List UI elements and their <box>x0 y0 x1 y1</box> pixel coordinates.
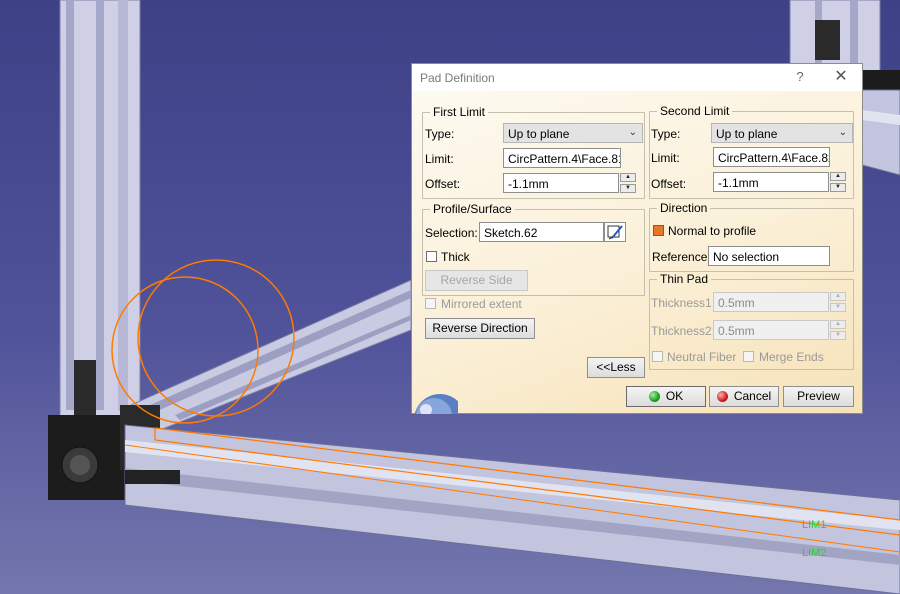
spin-up-icon[interactable]: ▲ <box>830 172 846 181</box>
catia-globe-icon <box>412 386 458 414</box>
pad-definition-dialog: Pad Definition ? ✕ First Limit Type: Up … <box>411 63 863 414</box>
chevron-down-icon: ⌄ <box>628 127 637 138</box>
dialog-title: Pad Definition <box>420 71 495 85</box>
spin-up-icon[interactable]: ▲ <box>830 320 846 329</box>
second-offset-spinner[interactable]: ▲ ▼ <box>830 172 846 192</box>
thick-checkbox[interactable] <box>426 251 437 262</box>
mirrored-extent-checkbox[interactable] <box>425 298 436 309</box>
first-limit-legend: First Limit <box>433 105 485 119</box>
thickness2-spinner[interactable]: ▲ ▼ <box>830 320 846 340</box>
second-limit-legend: Second Limit <box>660 104 730 118</box>
limit-label-2: LIM2 <box>802 547 826 559</box>
merge-ends-checkbox[interactable] <box>743 351 754 362</box>
second-limit-field[interactable]: CircPattern.4\Face.82 <box>713 147 830 167</box>
preview-button[interactable]: Preview <box>783 386 854 407</box>
spin-down-icon[interactable]: ▼ <box>830 331 846 340</box>
thickness1-field[interactable]: 0.5mm <box>713 292 829 312</box>
limit-label-1: LIM1 <box>802 519 826 531</box>
selection-label: Selection: <box>425 226 478 240</box>
first-type-select[interactable]: Up to plane ⌄ <box>503 123 643 143</box>
thickness1-label: Thickness1 <box>651 296 712 310</box>
reference-field[interactable]: No selection <box>708 246 830 266</box>
merge-ends-label: Merge Ends <box>759 350 824 364</box>
spin-down-icon[interactable]: ▼ <box>620 184 636 193</box>
dialog-titlebar[interactable]: Pad Definition ? ✕ <box>412 64 862 91</box>
ok-label: OK <box>665 389 684 403</box>
profile-surface-legend: Profile/Surface <box>433 202 512 216</box>
second-limit-label: Limit: <box>651 151 680 165</box>
close-button[interactable]: ✕ <box>832 68 850 86</box>
mirrored-extent-label: Mirrored extent <box>441 297 522 311</box>
less-button[interactable]: <<Less <box>587 357 645 378</box>
neutral-fiber-label: Neutral Fiber <box>667 350 737 364</box>
first-type-label: Type: <box>425 127 455 141</box>
cancel-label: Cancel <box>733 389 772 403</box>
spin-up-icon[interactable]: ▲ <box>830 292 846 301</box>
sketcher-icon[interactable] <box>604 222 626 242</box>
thick-label: Thick <box>441 250 470 264</box>
cancel-icon <box>716 391 728 402</box>
chevron-down-icon: ⌄ <box>838 127 847 138</box>
first-offset-label: Offset: <box>425 177 461 191</box>
normal-to-profile-checkbox[interactable] <box>653 225 664 236</box>
first-limit-field[interactable]: CircPattern.4\Face.81 <box>503 148 621 168</box>
first-type-value: Up to plane <box>508 127 570 141</box>
second-offset-label: Offset: <box>651 177 687 191</box>
selection-field[interactable]: Sketch.62 <box>479 222 604 242</box>
normal-to-profile-label: Normal to profile <box>668 224 757 238</box>
ok-icon <box>648 391 660 402</box>
second-offset-field[interactable]: -1.1mm <box>713 172 829 192</box>
direction-legend: Direction <box>660 201 708 215</box>
first-offset-spinner[interactable]: ▲ ▼ <box>620 173 636 193</box>
ok-button[interactable]: OK <box>626 386 706 407</box>
thin-pad-legend: Thin Pad <box>660 272 709 286</box>
first-limit-label: Limit: <box>425 152 454 166</box>
second-type-label: Type: <box>651 127 681 141</box>
second-type-select[interactable]: Up to plane ⌄ <box>711 123 853 143</box>
help-button[interactable]: ? <box>792 69 808 85</box>
second-type-value: Up to plane <box>716 127 778 141</box>
spin-down-icon[interactable]: ▼ <box>830 183 846 192</box>
thickness2-field[interactable]: 0.5mm <box>713 320 829 340</box>
neutral-fiber-checkbox[interactable] <box>652 351 663 362</box>
first-offset-field[interactable]: -1.1mm <box>503 173 619 193</box>
reverse-direction-button[interactable]: Reverse Direction <box>425 318 535 339</box>
spin-up-icon[interactable]: ▲ <box>620 173 636 182</box>
spin-down-icon[interactable]: ▼ <box>830 303 846 312</box>
reference-label: Reference: <box>652 250 711 264</box>
thickness1-spinner[interactable]: ▲ ▼ <box>830 292 846 312</box>
reverse-side-button[interactable]: Reverse Side <box>425 270 528 291</box>
cancel-button[interactable]: Cancel <box>709 386 779 407</box>
thickness2-label: Thickness2: <box>651 324 716 338</box>
